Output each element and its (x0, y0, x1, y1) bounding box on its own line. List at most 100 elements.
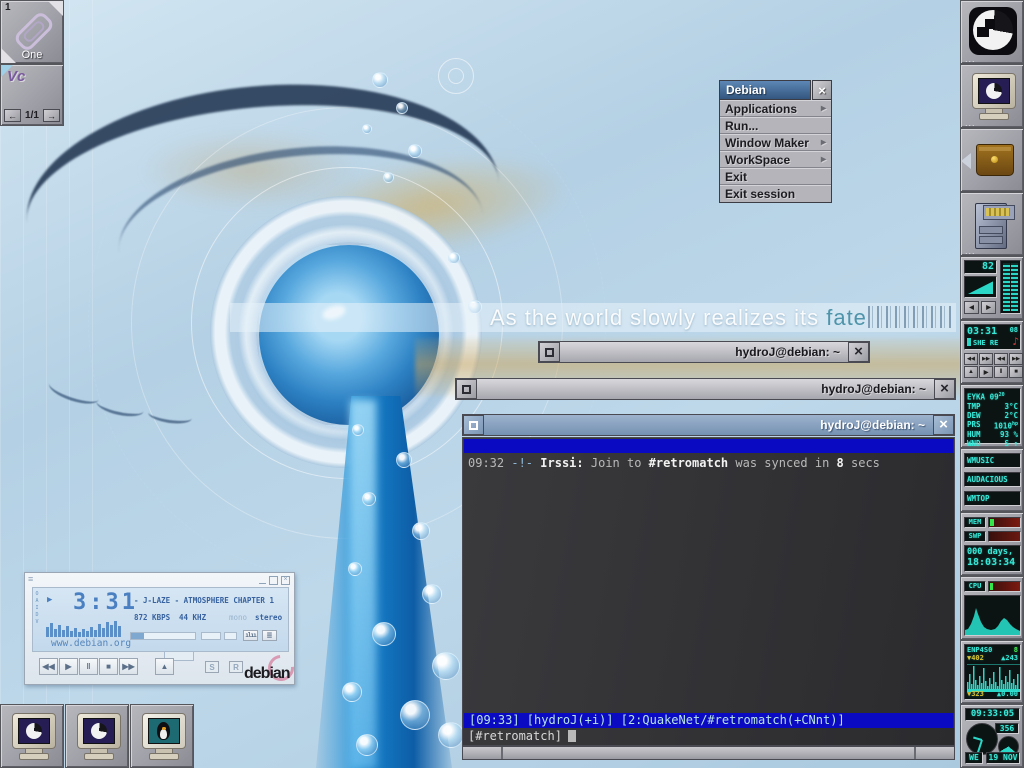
miniaturize-button[interactable] (456, 379, 477, 399)
stop-button[interactable]: ■ (99, 658, 118, 675)
appicon-terminal-1[interactable] (0, 704, 64, 768)
pager-prev-button[interactable]: ← (4, 109, 21, 122)
prev-button[interactable]: ◀◀ (39, 658, 58, 675)
play-button[interactable]: ▶ (59, 658, 78, 675)
dock-tile-weather[interactable]: EYKA 0920 TMP3°C DEW2°C PRS1010hp HUM93 … (960, 384, 1024, 448)
seek-thumb[interactable] (131, 633, 144, 639)
shaded-window-titlebar[interactable]: hydroJ@debian: ~ × (455, 378, 956, 400)
pager-next-button[interactable]: → (43, 109, 60, 122)
dock-tile-mixer[interactable]: 82 ◀ ▶ (960, 256, 1024, 320)
debian-menu: Debian × Applications▸ Run... Window Mak… (719, 80, 832, 203)
close-icon: × (940, 381, 949, 396)
desktop: As the world slowly realizes its fate 1 … (0, 0, 1024, 768)
dock-tile-terminal[interactable]: ... (960, 64, 1024, 128)
music-forward-button[interactable]: ▶▶ (1009, 353, 1023, 365)
music-pause-button[interactable]: ‖ (994, 366, 1008, 378)
mem-label: MEM (964, 517, 986, 528)
close-button[interactable]: × (934, 379, 955, 399)
dock-tile-music[interactable]: 03:31 08 SHE RE ♪ ◀◀ ▶▶ ◀◀ ▶▶ ▲ ▶ ‖ ■ (960, 320, 1024, 384)
close-icon[interactable]: × (281, 576, 290, 585)
wmtop-process-2: AUDACIOUS (964, 472, 1021, 487)
bubble (396, 452, 412, 468)
menu-title[interactable]: Debian (719, 80, 811, 100)
mixer-prev-button[interactable]: ◀ (964, 301, 979, 314)
bubble (356, 734, 378, 756)
dock-tile-wmtop[interactable]: WMUSIC AUDACIOUS WMTOP (960, 448, 1024, 512)
window-title[interactable]: hydroJ@debian: ~ (477, 379, 934, 399)
bubble (412, 522, 430, 540)
shuffle-button[interactable]: S (205, 661, 219, 673)
pager-page-label: 1/1 (25, 110, 39, 121)
player-menu-icon[interactable]: ≡ (28, 575, 33, 583)
miniaturize-button[interactable] (463, 415, 484, 435)
miniaturize-icon (545, 348, 554, 357)
pause-button[interactable]: ‖ (79, 658, 98, 675)
player-url[interactable]: www.debian.org (51, 638, 131, 649)
paperclip-icon (12, 10, 55, 53)
minimize-icon[interactable] (259, 576, 266, 584)
submenu-arrow-icon: ▸ (821, 137, 826, 148)
eject-button[interactable]: ▲ (155, 658, 174, 675)
menu-item-workspace[interactable]: WorkSpace▸ (720, 151, 831, 168)
shade-icon[interactable] (269, 576, 278, 585)
close-button[interactable]: × (933, 415, 954, 435)
equalizer-button[interactable]: ılıı (243, 630, 258, 641)
shaded-window-titlebar[interactable]: hydroJ@debian: ~ × (538, 341, 870, 363)
menu-titlebar[interactable]: Debian × (719, 80, 832, 100)
repeat-button[interactable]: R (229, 661, 243, 673)
music-display: 03:31 08 SHE RE ♪ (964, 324, 1021, 350)
music-progress-block (967, 338, 971, 346)
menu-item-exit[interactable]: Exit (720, 168, 831, 185)
irssi-input-line[interactable]: [#retromatch] (464, 728, 953, 744)
music-skip-back-button[interactable]: ◀◀ (964, 353, 978, 365)
terminal-titlebar[interactable]: hydroJ@debian: ~ × (462, 414, 955, 436)
music-stop-button[interactable]: ■ (1009, 366, 1023, 378)
workspace-clip[interactable]: 1 One (0, 0, 64, 64)
playlist-button[interactable]: ≡ (262, 630, 277, 641)
seek-slider[interactable] (130, 632, 196, 640)
dock-tile-cpu[interactable]: CPU (960, 576, 1024, 640)
music-eject-button[interactable]: ▲ (964, 366, 978, 378)
debian-wordmark: debian (244, 665, 290, 683)
running-indicator: ... (965, 120, 976, 126)
mixer-next-button[interactable]: ▶ (981, 301, 996, 314)
dock-tile-network[interactable]: ENP4S08 ▼402▲243 ▼323▲0.00 (960, 640, 1024, 704)
music-rewind-button[interactable]: ◀◀ (994, 353, 1008, 365)
balance-slider[interactable] (224, 632, 237, 640)
menu-item-run[interactable]: Run... (720, 117, 831, 134)
water-stream (350, 400, 376, 768)
dock-tile-drawer[interactable] (960, 128, 1024, 192)
irssi-topic-bar (464, 439, 953, 453)
menu-item-windowmaker[interactable]: Window Maker▸ (720, 134, 831, 151)
clock-analog-face (966, 723, 998, 755)
window-title[interactable]: hydroJ@debian: ~ (560, 342, 848, 362)
appicon-linux-terminal[interactable] (130, 704, 194, 768)
close-button[interactable]: × (848, 342, 869, 362)
clip-next-arrow[interactable] (48, 1, 63, 16)
music-note-icon: ♪ (1012, 335, 1019, 348)
appicon-terminal-2[interactable] (65, 704, 129, 768)
music-skip-fwd-button[interactable]: ▶▶ (979, 353, 993, 365)
miniaturize-button[interactable] (539, 342, 560, 362)
window-title[interactable]: hydroJ@debian: ~ (484, 415, 933, 435)
dock-tile-windowmaker[interactable]: ... (960, 0, 1024, 64)
resize-bar[interactable] (462, 746, 955, 760)
clock-day-of-year: 356 (995, 723, 1019, 734)
dock-tile-filemanager[interactable]: ... (960, 192, 1024, 256)
dock-tile-clock[interactable]: 09:33:05 356 WE 19 NOV (960, 704, 1024, 768)
submenu-arrow-icon: ▸ (821, 154, 826, 165)
menu-item-exit-session[interactable]: Exit session (720, 185, 831, 202)
music-play-button[interactable]: ▶ (979, 366, 993, 378)
running-indicator: ... (965, 248, 976, 254)
volume-slider[interactable] (201, 632, 221, 640)
player-time[interactable]: 3:31 (73, 590, 138, 615)
player-bitrate: 872 KBPS (134, 613, 170, 622)
menu-item-applications[interactable]: Applications▸ (720, 100, 831, 117)
running-indicator: ... (965, 56, 976, 62)
next-button[interactable]: ▶▶ (119, 658, 138, 675)
dock-tile-sysmon[interactable]: MEM SWP 000 days, 18:03:34 (960, 512, 1024, 576)
pager-tile[interactable]: Vc ← 1/1 → (0, 64, 64, 126)
drawer-arrow-icon[interactable] (961, 153, 971, 169)
irssi-status-bar: [09:33] [hydroJ(+i)] [2:QuakeNet/#retrom… (464, 713, 953, 728)
menu-close-button[interactable]: × (812, 80, 832, 100)
